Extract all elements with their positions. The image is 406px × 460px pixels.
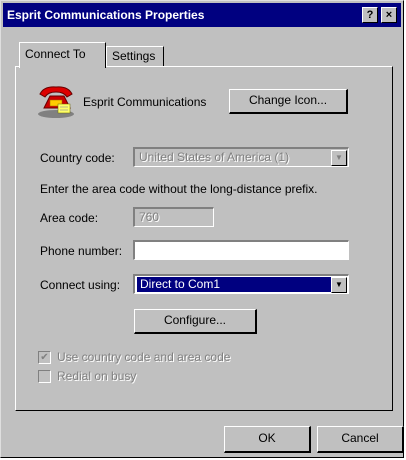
window-title: Esprit Communications Properties	[7, 8, 205, 22]
ok-button[interactable]: OK	[224, 426, 311, 453]
redial-on-busy-label: Redial on busy	[57, 369, 137, 383]
phone-number-field[interactable]	[133, 240, 349, 260]
configure-button[interactable]: Configure...	[134, 309, 257, 334]
connect-using-select[interactable]: Direct to Com1 ▼	[133, 274, 349, 294]
close-button[interactable]: ×	[381, 7, 397, 23]
connection-name: Esprit Communications	[83, 95, 207, 109]
area-code-value: 760	[139, 210, 160, 224]
cancel-button[interactable]: Cancel	[317, 426, 404, 453]
country-code-select[interactable]: United States of America (1) ▼	[133, 147, 349, 167]
tab-connect-to[interactable]: Connect To	[19, 42, 106, 68]
connect-using-label: Connect using:	[40, 278, 121, 292]
chevron-down-icon[interactable]: ▼	[331, 277, 347, 293]
phone-number-label: Phone number:	[40, 244, 123, 258]
phone-icon	[38, 86, 74, 118]
use-country-code-checkbox[interactable]: ✔	[38, 351, 51, 364]
chevron-down-icon: ▼	[331, 150, 347, 166]
tab-settings[interactable]: Settings	[106, 46, 164, 67]
area-code-label: Area code:	[40, 211, 99, 225]
instruction-text: Enter the area code without the long-dis…	[40, 182, 318, 196]
connect-to-panel: Esprit Communications Change Icon... Cou…	[15, 66, 393, 411]
area-code-field[interactable]: 760	[133, 207, 214, 227]
country-code-value: United States of America (1)	[139, 150, 290, 164]
title-bar[interactable]: Esprit Communications Properties ? ×	[3, 3, 401, 27]
country-code-label: Country code:	[40, 151, 115, 165]
redial-on-busy-checkbox[interactable]	[38, 370, 51, 383]
connect-using-value: Direct to Com1	[137, 277, 331, 292]
tab-settings-label: Settings	[112, 49, 156, 63]
change-icon-button[interactable]: Change Icon...	[229, 89, 348, 114]
help-button[interactable]: ?	[362, 7, 378, 23]
tab-connect-to-label: Connect To	[25, 47, 86, 61]
use-country-code-label: Use country code and area code	[57, 350, 231, 364]
properties-dialog: Esprit Communications Properties ? × Con…	[0, 0, 404, 458]
